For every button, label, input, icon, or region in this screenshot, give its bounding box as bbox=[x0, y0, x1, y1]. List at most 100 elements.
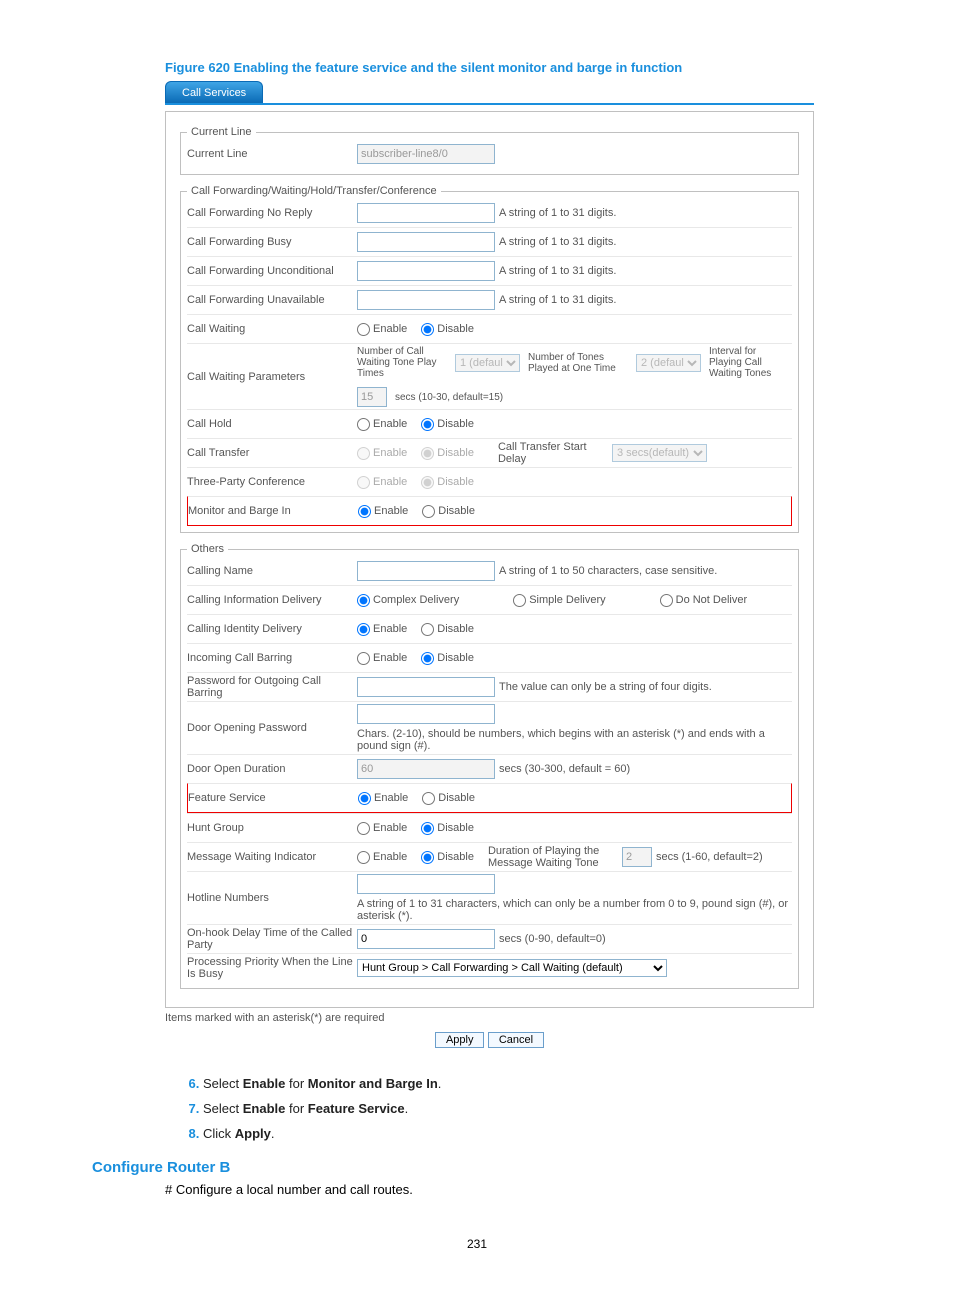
call-waiting-enable[interactable]: Enable bbox=[357, 323, 407, 336]
cw-interval-label: Interval for Playing Call Waiting Tones bbox=[709, 346, 789, 379]
call-transfer-disable: Disable bbox=[421, 447, 474, 460]
priority-label: Processing Priority When the Line Is Bus… bbox=[187, 956, 357, 980]
cw-params-label: Call Waiting Parameters bbox=[187, 371, 357, 383]
page-number: 231 bbox=[60, 1237, 894, 1251]
disable-text: Disable bbox=[437, 323, 474, 335]
cf-no-reply-input[interactable] bbox=[357, 203, 495, 223]
call-hold-label: Call Hold bbox=[187, 418, 357, 430]
info-delivery-simple[interactable]: Simple Delivery bbox=[513, 594, 605, 607]
enable-text: Enable bbox=[373, 447, 407, 459]
cw-tones-label: Number of Tones Played at One Time bbox=[528, 352, 628, 374]
disable-text: Disable bbox=[437, 623, 474, 635]
call-transfer-label: Call Transfer bbox=[187, 447, 357, 459]
cf-uncond-hint: A string of 1 to 31 digits. bbox=[499, 265, 616, 277]
simple-text: Simple Delivery bbox=[529, 594, 605, 606]
ct-delay-select: 3 secs(default) bbox=[612, 444, 707, 462]
tab-rule bbox=[165, 103, 814, 105]
current-line-group: Current Line Current Line bbox=[180, 126, 799, 175]
t: for bbox=[285, 1101, 307, 1116]
t: . bbox=[438, 1076, 442, 1091]
out-pwd-hint: The value can only be a string of four d… bbox=[499, 681, 712, 693]
enable-text: Enable bbox=[373, 652, 407, 664]
monitor-barge-disable[interactable]: Disable bbox=[422, 505, 475, 518]
monitor-barge-label: Monitor and Barge In bbox=[188, 505, 358, 517]
t: Select bbox=[203, 1101, 243, 1116]
onhook-input[interactable] bbox=[357, 929, 495, 949]
monitor-barge-enable[interactable]: Enable bbox=[358, 505, 408, 518]
door-pwd-label: Door Opening Password bbox=[187, 722, 357, 734]
step-7: Select Enable for Feature Service. bbox=[203, 1101, 894, 1116]
hunt-disable[interactable]: Disable bbox=[421, 822, 474, 835]
tab-call-services[interactable]: Call Services bbox=[165, 81, 263, 103]
cf-uncond-input[interactable] bbox=[357, 261, 495, 281]
door-pwd-input[interactable] bbox=[357, 704, 495, 724]
enable-text: Enable bbox=[373, 476, 407, 488]
t: Monitor and Barge In bbox=[308, 1076, 438, 1091]
complex-text: Complex Delivery bbox=[373, 594, 459, 606]
figure-title: Figure 620 Enabling the feature service … bbox=[165, 60, 894, 75]
feature-disable[interactable]: Disable bbox=[422, 792, 475, 805]
call-transfer-enable: Enable bbox=[357, 447, 407, 460]
disable-text: Disable bbox=[438, 792, 475, 804]
hotline-label: Hotline Numbers bbox=[187, 892, 357, 904]
onhook-hint: secs (0-90, default=0) bbox=[499, 933, 606, 945]
cf-busy-input[interactable] bbox=[357, 232, 495, 252]
cancel-button[interactable]: Cancel bbox=[488, 1032, 544, 1048]
apply-button[interactable]: Apply bbox=[435, 1032, 485, 1048]
feature-service-label: Feature Service bbox=[188, 792, 358, 804]
hunt-enable[interactable]: Enable bbox=[357, 822, 407, 835]
identity-delivery-label: Calling Identity Delivery bbox=[187, 623, 357, 635]
none-text: Do Not Deliver bbox=[676, 594, 748, 606]
door-dur-hint: secs (30-300, default = 60) bbox=[499, 763, 630, 775]
info-delivery-complex[interactable]: Complex Delivery bbox=[357, 594, 459, 607]
identity-disable[interactable]: Disable bbox=[421, 623, 474, 636]
calling-name-hint: A string of 1 to 50 characters, case sen… bbox=[499, 565, 717, 577]
feature-enable[interactable]: Enable bbox=[358, 792, 408, 805]
calling-name-label: Calling Name bbox=[187, 565, 357, 577]
cw-interval-input bbox=[357, 387, 387, 407]
priority-select[interactable]: Hunt Group > Call Forwarding > Call Wait… bbox=[357, 959, 667, 977]
cf-no-reply-hint: A string of 1 to 31 digits. bbox=[499, 207, 616, 219]
cf-unavail-hint: A string of 1 to 31 digits. bbox=[499, 294, 616, 306]
mwi-enable[interactable]: Enable bbox=[357, 851, 407, 864]
disable-text: Disable bbox=[438, 505, 475, 517]
door-dur-label: Door Open Duration bbox=[187, 763, 357, 775]
call-waiting-label: Call Waiting bbox=[187, 323, 357, 335]
info-delivery-none[interactable]: Do Not Deliver bbox=[660, 594, 748, 607]
current-line-legend: Current Line bbox=[187, 126, 256, 138]
calling-name-input[interactable] bbox=[357, 561, 495, 581]
call-hold-enable[interactable]: Enable bbox=[357, 418, 407, 431]
mwi-dur-label: Duration of Playing the Message Waiting … bbox=[488, 845, 618, 869]
call-hold-disable[interactable]: Disable bbox=[421, 418, 474, 431]
disable-text: Disable bbox=[437, 822, 474, 834]
step-list: Select Enable for Monitor and Barge In. … bbox=[165, 1076, 894, 1141]
hotline-input[interactable] bbox=[357, 874, 495, 894]
cf-busy-hint: A string of 1 to 31 digits. bbox=[499, 236, 616, 248]
enable-text: Enable bbox=[373, 418, 407, 430]
incoming-bar-disable[interactable]: Disable bbox=[421, 652, 474, 665]
forwarding-group: Call Forwarding/Waiting/Hold/Transfer/Co… bbox=[180, 185, 799, 533]
t: Click bbox=[203, 1126, 235, 1141]
out-pwd-input[interactable] bbox=[357, 677, 495, 697]
others-legend: Others bbox=[187, 543, 228, 555]
onhook-label: On-hook Delay Time of the Called Party bbox=[187, 927, 357, 951]
disable-text: Disable bbox=[437, 851, 474, 863]
enable-text: Enable bbox=[373, 323, 407, 335]
disable-text: Disable bbox=[437, 652, 474, 664]
call-waiting-disable[interactable]: Disable bbox=[421, 323, 474, 336]
cf-unavail-input[interactable] bbox=[357, 290, 495, 310]
step-8: Click Apply. bbox=[203, 1126, 894, 1141]
t: Feature Service bbox=[308, 1101, 405, 1116]
identity-enable[interactable]: Enable bbox=[357, 623, 407, 636]
mwi-disable[interactable]: Disable bbox=[421, 851, 474, 864]
out-pwd-label: Password for Outgoing Call Barring bbox=[187, 675, 357, 699]
t: Enable bbox=[243, 1076, 286, 1091]
body-paragraph: # Configure a local number and call rout… bbox=[165, 1182, 894, 1197]
t: Select bbox=[203, 1076, 243, 1091]
t: Apply bbox=[235, 1126, 271, 1141]
cf-uncond-label: Call Forwarding Unconditional bbox=[187, 265, 357, 277]
configure-router-b-heading: Configure Router B bbox=[92, 1159, 894, 1176]
door-dur-input bbox=[357, 759, 495, 779]
incoming-bar-enable[interactable]: Enable bbox=[357, 652, 407, 665]
t: . bbox=[271, 1126, 275, 1141]
